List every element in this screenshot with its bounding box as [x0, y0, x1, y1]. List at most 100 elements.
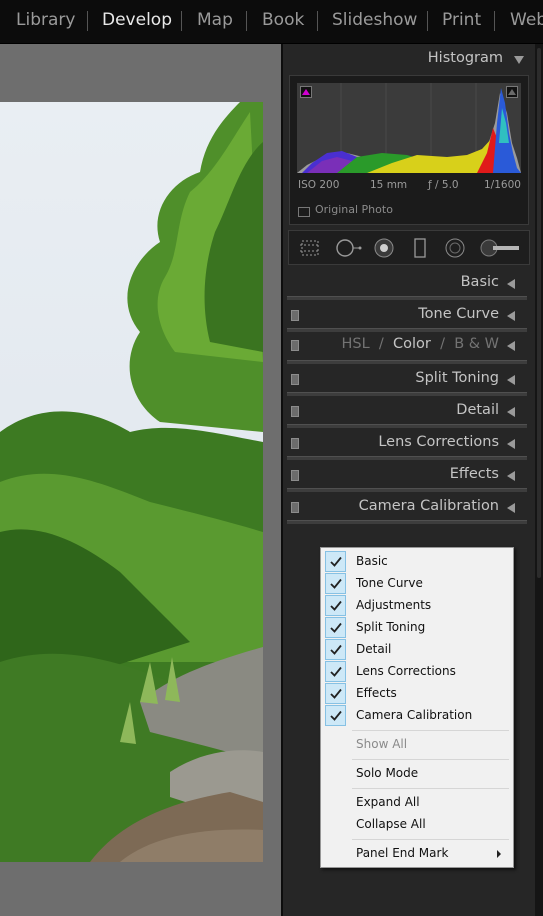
panel-separator: [287, 424, 527, 428]
menu-item-effects[interactable]: Effects: [356, 686, 397, 700]
panel-toggle-switch[interactable]: [291, 502, 299, 513]
panel-hsl-title-group: HSL / Color / B & W: [341, 336, 499, 352]
panel-camera-calibration-title: Camera Calibration: [358, 498, 499, 514]
scrollbar-thumb[interactable]: [537, 48, 541, 578]
menu-item-basic[interactable]: Basic: [356, 554, 388, 568]
menu-item-adjustments[interactable]: Adjustments: [356, 598, 431, 612]
panel-toggle-switch[interactable]: [291, 406, 299, 417]
panel-toggle-switch[interactable]: [291, 438, 299, 449]
checkmark-icon: [325, 617, 346, 638]
original-photo-label: Original Photo: [315, 203, 393, 216]
tool-strip: [288, 230, 530, 265]
color-tab[interactable]: Color: [393, 336, 431, 352]
landscape-photo-icon: [0, 102, 263, 862]
panel-split-toning[interactable]: Split Toning: [286, 366, 528, 394]
panel-separator: [287, 296, 527, 300]
adjustment-brush-icon[interactable]: [479, 238, 519, 258]
menu-item-show-all: Show All: [356, 737, 408, 751]
original-photo-checkbox[interactable]: [298, 207, 310, 217]
bw-tab[interactable]: B & W: [454, 336, 499, 352]
module-library[interactable]: Library: [16, 10, 75, 30]
iso-value: ISO 200: [298, 179, 340, 191]
panel-hsl-color-bw[interactable]: HSL / Color / B & W: [286, 332, 528, 360]
graduated-filter-icon[interactable]: [413, 238, 433, 258]
panel-separator: [287, 488, 527, 492]
expand-triangle-icon: [507, 311, 515, 321]
panel-detail[interactable]: Detail: [286, 398, 528, 426]
menu-item-solo-mode[interactable]: Solo Mode: [356, 766, 418, 780]
menu-item-split-toning[interactable]: Split Toning: [356, 620, 425, 634]
expand-triangle-icon: [507, 471, 515, 481]
radial-filter-icon[interactable]: [444, 238, 465, 258]
panel-separator: [287, 392, 527, 396]
menu-item-panel-end-mark[interactable]: Panel End Mark: [356, 846, 448, 860]
menu-item-expand-all[interactable]: Expand All: [356, 795, 420, 809]
checkmark-icon: [325, 705, 346, 726]
panel-separator: [287, 456, 527, 460]
menu-item-detail[interactable]: Detail: [356, 642, 391, 656]
panel-tone-curve-title: Tone Curve: [418, 306, 499, 322]
menu-separator: [352, 759, 509, 760]
menu-item-lens-corrections[interactable]: Lens Corrections: [356, 664, 456, 678]
panel-basic-title: Basic: [460, 274, 499, 290]
checkmark-icon: [325, 595, 346, 616]
module-develop[interactable]: Develop: [102, 10, 172, 30]
panel-effects[interactable]: Effects: [286, 462, 528, 490]
panel-context-menu: Basic Tone Curve Adjustments Split Tonin…: [320, 547, 514, 868]
shadow-clipping-button[interactable]: [300, 86, 312, 98]
photo-canvas[interactable]: [0, 44, 281, 916]
module-separator: [317, 11, 318, 31]
checkmark-icon: [325, 683, 346, 704]
panel-lens-corrections[interactable]: Lens Corrections: [286, 430, 528, 458]
menu-separator: [352, 788, 509, 789]
shutter-speed-value: 1/1600: [484, 179, 521, 191]
photo-image[interactable]: [0, 102, 263, 862]
module-picker: Library Develop Map Book Slideshow Print…: [0, 0, 543, 44]
checkmark-icon: [325, 551, 346, 572]
menu-item-camera-calibration[interactable]: Camera Calibration: [356, 708, 472, 722]
panel-toggle-switch[interactable]: [291, 374, 299, 385]
menu-item-collapse-all[interactable]: Collapse All: [356, 817, 426, 831]
checkmark-icon: [325, 661, 346, 682]
module-separator: [246, 11, 247, 31]
panel-tone-curve[interactable]: Tone Curve: [286, 302, 528, 330]
histogram-chart-icon: [297, 83, 521, 173]
histogram-panel: ISO 200 15 mm ƒ / 5.0 1/1600 Original Ph…: [289, 75, 529, 225]
panel-basic[interactable]: Basic: [286, 270, 528, 298]
menu-item-tone-curve[interactable]: Tone Curve: [356, 576, 423, 590]
module-separator: [87, 11, 88, 31]
module-slideshow[interactable]: Slideshow: [332, 10, 417, 30]
module-separator: [494, 11, 495, 31]
histogram-title[interactable]: Histogram: [428, 50, 503, 66]
focal-length-value: 15 mm: [370, 179, 408, 191]
tab-separator: /: [378, 336, 384, 352]
module-map[interactable]: Map: [197, 10, 233, 30]
spot-removal-icon[interactable]: [335, 238, 362, 258]
panel-toggle-switch[interactable]: [291, 310, 299, 321]
panel-toggle-switch[interactable]: [291, 340, 299, 351]
clipping-arrow-icon: [302, 89, 310, 95]
panel-separator: [287, 360, 527, 364]
expand-triangle-icon: [507, 503, 515, 513]
expand-triangle-icon: [507, 375, 515, 385]
hsl-tab[interactable]: HSL: [341, 336, 369, 352]
tab-separator: /: [440, 336, 445, 352]
panel-camera-calibration[interactable]: Camera Calibration: [286, 494, 528, 522]
panel-scrollbar[interactable]: [535, 44, 543, 916]
module-print[interactable]: Print: [442, 10, 481, 30]
panel-toggle-switch[interactable]: [291, 470, 299, 481]
collapse-triangle-icon[interactable]: [514, 56, 524, 64]
aperture-value: ƒ / 5.0: [428, 179, 459, 191]
expand-triangle-icon: [507, 341, 515, 351]
crop-overlay-icon[interactable]: [299, 238, 320, 258]
module-web[interactable]: Web: [510, 10, 543, 30]
expand-triangle-icon: [507, 407, 515, 417]
expand-triangle-icon: [507, 439, 515, 449]
highlight-clipping-button[interactable]: [506, 86, 518, 98]
red-eye-icon[interactable]: [373, 238, 394, 258]
checkmark-icon: [325, 639, 346, 660]
panel-end-mark: [287, 520, 527, 524]
module-book[interactable]: Book: [262, 10, 304, 30]
menu-separator: [352, 730, 509, 731]
submenu-arrow-icon: [497, 850, 501, 858]
